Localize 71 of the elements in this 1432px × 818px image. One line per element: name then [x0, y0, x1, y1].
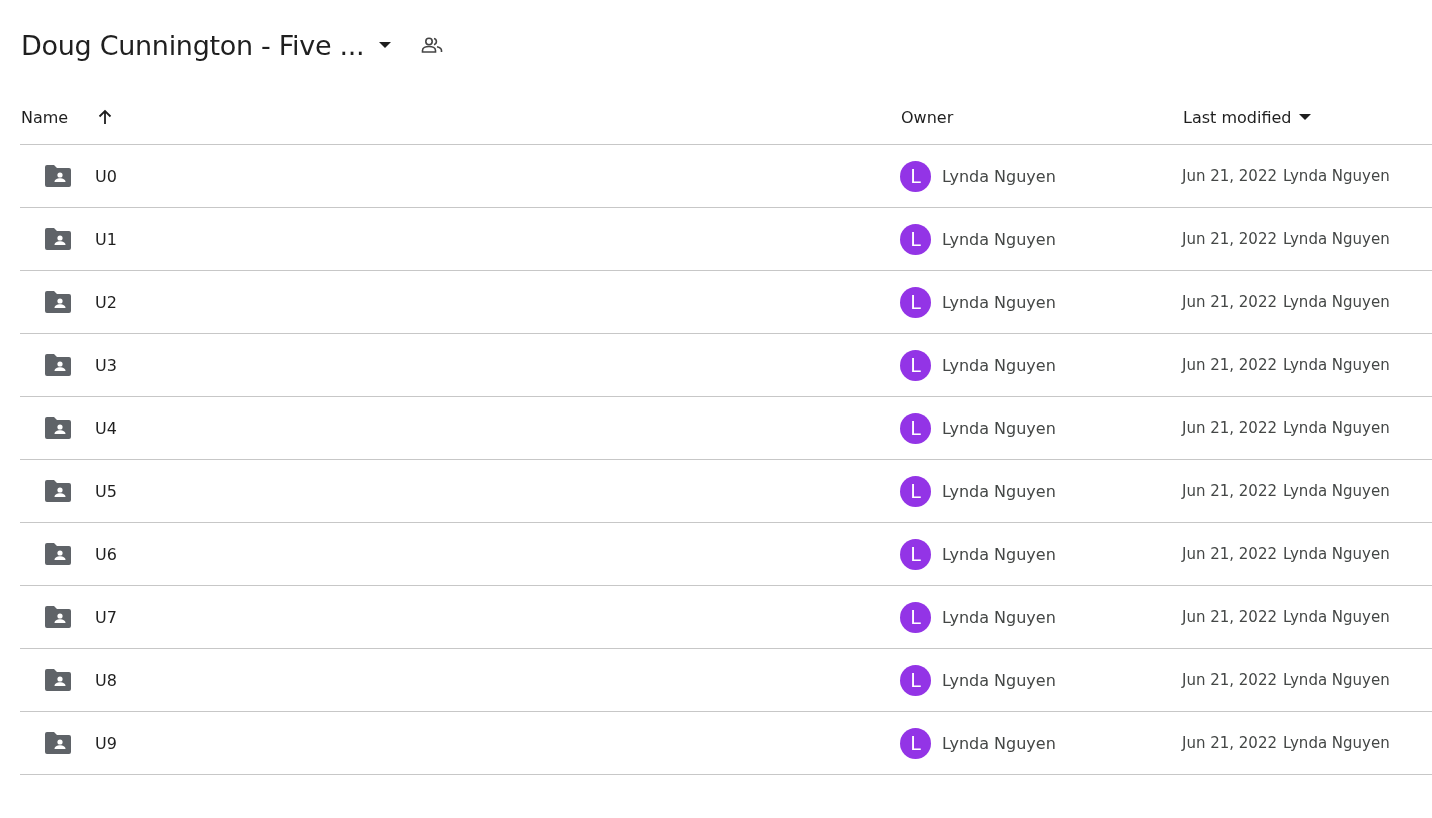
avatar-initial: L	[900, 412, 931, 444]
folder-name[interactable]: U9	[95, 733, 117, 753]
shared-folder-icon	[45, 480, 71, 502]
column-header[interactable]: Name	[21, 107, 69, 127]
modified-by: Lynda Nguyen	[1283, 545, 1390, 563]
folder-name[interactable]: U8	[95, 670, 117, 690]
modified-by: Lynda Nguyen	[1283, 293, 1390, 311]
shared-folder-icon	[45, 354, 71, 376]
avatar-initial: L	[900, 286, 931, 318]
owner-name: Lynda Nguyen	[942, 418, 1056, 438]
shared-folder-icon	[45, 228, 71, 250]
owner-name: Lynda Nguyen	[942, 229, 1056, 249]
column-header-cell[interactable]: Last modified	[1182, 90, 1432, 144]
modified-by: Lynda Nguyen	[1283, 230, 1390, 248]
shared-folder-icon	[45, 291, 71, 313]
avatar-initial: L	[900, 349, 931, 381]
modified-date: Jun 21, 2022	[1182, 419, 1277, 437]
column-header[interactable]: Owner	[901, 107, 954, 127]
modified-by: Lynda Nguyen	[1283, 167, 1390, 185]
shared-folder-icon	[45, 165, 71, 187]
modified-by: Lynda Nguyen	[1283, 356, 1390, 374]
folder-name[interactable]: U2	[95, 292, 117, 312]
sort-arrow-icon[interactable]	[98, 109, 113, 125]
owner-name: Lynda Nguyen	[942, 544, 1056, 564]
owner-name: Lynda Nguyen	[942, 733, 1056, 753]
owner-name: Lynda Nguyen	[942, 607, 1056, 627]
modified-date: Jun 21, 2022	[1182, 608, 1277, 626]
column-header[interactable]: Last modified	[1183, 107, 1292, 127]
shared-folder-icon	[45, 543, 71, 565]
column-header-cell[interactable]: Owner	[900, 90, 1182, 144]
folder-name[interactable]: U0	[95, 166, 117, 186]
avatar-initial: L	[900, 664, 931, 696]
modified-date: Jun 21, 2022	[1182, 482, 1277, 500]
modified-date: Jun 21, 2022	[1182, 545, 1277, 563]
folder-name[interactable]: U6	[95, 544, 117, 564]
folder-name[interactable]: U7	[95, 607, 117, 627]
owner-name: Lynda Nguyen	[942, 481, 1056, 501]
folder-name[interactable]: U4	[95, 418, 117, 438]
modified-date: Jun 21, 2022	[1182, 167, 1277, 185]
avatar-initial: L	[900, 601, 931, 633]
owner-name: Lynda Nguyen	[942, 355, 1056, 375]
shared-folder-icon	[45, 417, 71, 439]
avatar-initial: L	[900, 223, 931, 255]
modified-by: Lynda Nguyen	[1283, 419, 1390, 437]
owner-name: Lynda Nguyen	[942, 670, 1056, 690]
avatar-initial: L	[900, 475, 931, 507]
folder-title: Doug Cunnington - Five ...	[21, 29, 365, 61]
modified-date: Jun 21, 2022	[1182, 293, 1277, 311]
folder-name[interactable]: U3	[95, 355, 117, 375]
avatar-initial: L	[900, 160, 931, 192]
shared-folder-icon	[45, 669, 71, 691]
modified-date: Jun 21, 2022	[1182, 734, 1277, 752]
folder-name[interactable]: U5	[95, 481, 117, 501]
modified-date: Jun 21, 2022	[1182, 230, 1277, 248]
column-header-cell[interactable]: Name	[20, 90, 900, 144]
shared-folder-icon	[45, 732, 71, 754]
people-icon[interactable]	[421, 37, 444, 53]
modified-date: Jun 21, 2022	[1182, 356, 1277, 374]
avatar-initial: L	[900, 727, 931, 759]
owner-name: Lynda Nguyen	[942, 166, 1056, 186]
modified-by: Lynda Nguyen	[1283, 482, 1390, 500]
folder-name[interactable]: U1	[95, 229, 117, 249]
dropdown-caret-icon[interactable]	[379, 42, 392, 48]
modified-by: Lynda Nguyen	[1283, 671, 1390, 689]
modified-by: Lynda Nguyen	[1283, 608, 1390, 626]
modified-by: Lynda Nguyen	[1283, 734, 1390, 752]
owner-name: Lynda Nguyen	[942, 292, 1056, 312]
shared-folder-icon	[45, 606, 71, 628]
avatar-initial: L	[900, 538, 931, 570]
caret-icon[interactable]	[1299, 114, 1312, 120]
modified-date: Jun 21, 2022	[1182, 671, 1277, 689]
